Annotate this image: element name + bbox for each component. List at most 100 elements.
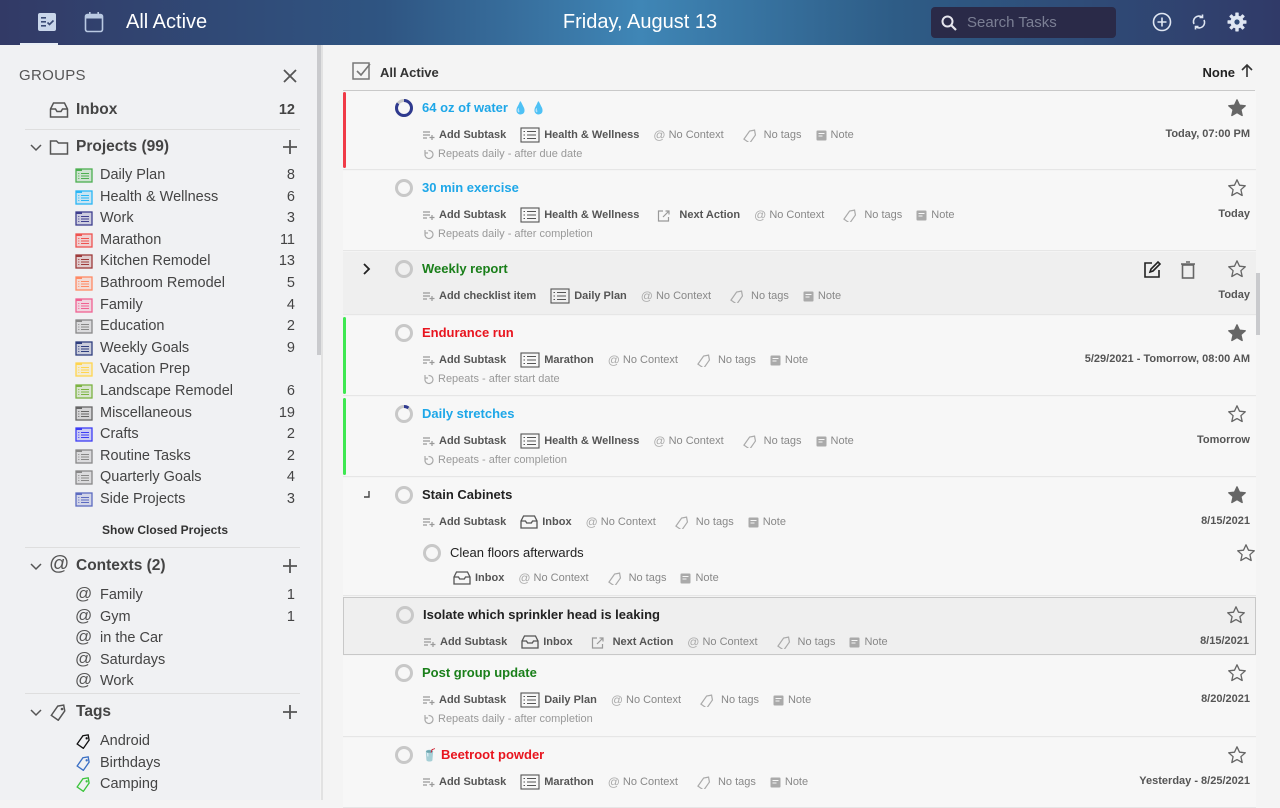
add-project-icon[interactable] xyxy=(280,137,300,157)
add-subtask-button[interactable]: Add Subtask xyxy=(423,516,506,528)
sidebar-section-projects[interactable]: Projects (99) xyxy=(0,136,310,158)
star-button[interactable] xyxy=(1236,543,1256,568)
tags-selector[interactable]: No tags xyxy=(742,434,802,448)
close-sidebar-button[interactable] xyxy=(280,66,300,86)
chevron-down-icon[interactable] xyxy=(29,559,43,573)
sidebar-item-tag[interactable]: Android xyxy=(0,730,310,752)
task-title[interactable]: 🥤 Beetroot powder xyxy=(422,747,544,762)
note-button[interactable]: Note xyxy=(803,290,841,302)
star-button[interactable] xyxy=(1227,663,1247,683)
sidebar-item-project[interactable]: Weekly Goals 9 xyxy=(0,337,310,359)
add-subtask-button[interactable]: Add Subtask xyxy=(423,354,506,366)
add-subtask-button[interactable]: Add Subtask xyxy=(423,776,506,788)
list-view-tab[interactable] xyxy=(35,10,59,34)
add-subtask-button[interactable]: Add Subtask xyxy=(423,694,506,706)
project-selector[interactable]: Health & Wellness xyxy=(520,207,639,223)
sidebar-item-project[interactable]: Health & Wellness 6 xyxy=(0,186,310,208)
sync-button[interactable] xyxy=(1188,11,1210,33)
sidebar-item-project[interactable]: Vacation Prep xyxy=(0,358,310,380)
complete-checkbox[interactable] xyxy=(395,99,413,117)
project-selector[interactable]: Daily Plan xyxy=(550,288,627,304)
task-title[interactable]: Endurance run xyxy=(422,325,514,340)
sidebar-item-project[interactable]: Quarterly Goals 4 xyxy=(0,466,310,488)
tags-selector[interactable]: No tags xyxy=(742,128,802,142)
task-checkbox[interactable] xyxy=(396,606,414,624)
project-selector[interactable]: Health & Wellness xyxy=(520,127,639,143)
tags-selector[interactable]: No tags xyxy=(674,515,734,529)
context-selector[interactable]: @ No Context xyxy=(687,635,757,649)
star-button[interactable] xyxy=(1227,178,1247,198)
task-title[interactable]: 64 oz of water 💧 💧 xyxy=(422,100,546,115)
sidebar-item-context[interactable]: @ Family 1 xyxy=(0,584,310,606)
task-row[interactable]: Isolate which sprinkler head is leaking A… xyxy=(343,597,1256,655)
next-action-button[interactable]: Next Action xyxy=(657,209,740,222)
subtask-name[interactable]: Clean floors afterwards xyxy=(450,545,584,560)
sidebar-item-context[interactable]: @ Saturdays xyxy=(0,649,310,671)
star-button[interactable] xyxy=(1227,404,1247,424)
add-task-button[interactable] xyxy=(1151,11,1173,33)
tags-selector[interactable]: No tags xyxy=(729,289,789,303)
edit-button[interactable] xyxy=(1142,260,1162,280)
chevron-down-icon[interactable] xyxy=(29,140,43,154)
sidebar-section-contexts[interactable]: @ Contexts (2) xyxy=(0,553,310,577)
tags-selector[interactable]: No tags xyxy=(607,571,666,585)
task-row[interactable]: 64 oz of water 💧 💧 Add Subtask Health & Wel… xyxy=(343,91,1256,170)
task-title[interactable]: Isolate which sprinkler head is leaking xyxy=(423,607,660,622)
sidebar-section-tags[interactable]: Tags xyxy=(0,701,310,723)
project-selector[interactable]: Inbox xyxy=(521,635,573,649)
star-button[interactable] xyxy=(1226,605,1246,625)
task-title[interactable]: 30 min exercise xyxy=(422,180,519,195)
complete-checkbox[interactable] xyxy=(395,179,413,197)
tags-selector[interactable]: No tags xyxy=(842,208,902,222)
add-context-icon[interactable] xyxy=(280,556,300,576)
sidebar-item-project[interactable]: Family 4 xyxy=(0,294,310,316)
task-checkbox[interactable] xyxy=(395,99,413,117)
search-box[interactable] xyxy=(931,7,1116,38)
add-subtask-button[interactable]: Add Subtask xyxy=(424,636,507,648)
star-button[interactable] xyxy=(1227,323,1247,343)
chevron-right-icon[interactable] xyxy=(361,262,373,276)
settings-button[interactable] xyxy=(1226,11,1248,33)
star-button[interactable] xyxy=(1227,485,1247,505)
project-selector[interactable]: Daily Plan xyxy=(520,692,597,708)
add-subtask-button[interactable]: Add Subtask xyxy=(423,129,506,141)
add-tag-icon[interactable] xyxy=(280,702,300,722)
note-button[interactable]: Note xyxy=(816,129,854,141)
task-checkbox[interactable] xyxy=(395,486,413,504)
show-closed-projects-link[interactable]: Show Closed Projects xyxy=(0,523,320,537)
star-button[interactable] xyxy=(1227,259,1247,279)
context-selector[interactable]: @ No Context xyxy=(518,571,588,585)
task-checkbox[interactable] xyxy=(395,179,413,197)
sidebar-item-project[interactable]: Side Projects 3 xyxy=(0,488,310,510)
task-row[interactable]: Endurance run Add Subtask Marathon @ No Cont… xyxy=(343,316,1256,396)
sidebar-item-context[interactable]: @ Work xyxy=(0,670,310,692)
task-checkbox[interactable] xyxy=(395,324,413,342)
sidebar-item-tag[interactable]: Camping xyxy=(0,773,310,795)
sidebar-item-project[interactable]: Miscellaneous 19 xyxy=(0,402,310,424)
context-selector[interactable]: @ No Context xyxy=(611,693,681,707)
complete-checkbox[interactable] xyxy=(395,746,413,764)
add-subtask-button[interactable]: Add Subtask xyxy=(423,209,506,221)
sidebar-item-project[interactable]: Daily Plan 8 xyxy=(0,164,310,186)
star-button[interactable] xyxy=(1227,98,1247,118)
select-all-checkbox[interactable] xyxy=(352,61,372,81)
note-button[interactable]: Note xyxy=(770,776,808,788)
context-selector[interactable]: @ No Context xyxy=(653,434,723,448)
project-selector[interactable]: Marathon xyxy=(520,774,594,790)
task-row[interactable]: Post group update Add Subtask Daily Plan @ N… xyxy=(343,656,1256,737)
task-checkbox[interactable] xyxy=(395,664,413,682)
task-row[interactable]: Weekly report Add checklist item Daily Pla… xyxy=(343,252,1256,315)
context-selector[interactable]: @ No Context xyxy=(754,208,824,222)
complete-checkbox[interactable] xyxy=(396,606,414,624)
context-selector[interactable]: @ No Context xyxy=(641,289,711,303)
star-button[interactable] xyxy=(1227,745,1247,765)
sidebar-item-project[interactable]: Kitchen Remodel 13 xyxy=(0,250,310,272)
complete-checkbox[interactable] xyxy=(395,664,413,682)
sidebar-item-project[interactable]: Bathroom Remodel 5 xyxy=(0,272,310,294)
subtask-row[interactable]: Clean floors afterwards Inbox @ No Context… xyxy=(423,538,1256,590)
sidebar-item-project[interactable]: Routine Tasks 2 xyxy=(0,445,310,467)
sidebar-item-project[interactable]: Landscape Remodel 6 xyxy=(0,380,310,402)
sidebar-item-context[interactable]: @ Gym 1 xyxy=(0,606,310,628)
sidebar-item-project[interactable]: Marathon 11 xyxy=(0,229,310,251)
project-selector[interactable]: Inbox xyxy=(453,571,504,585)
